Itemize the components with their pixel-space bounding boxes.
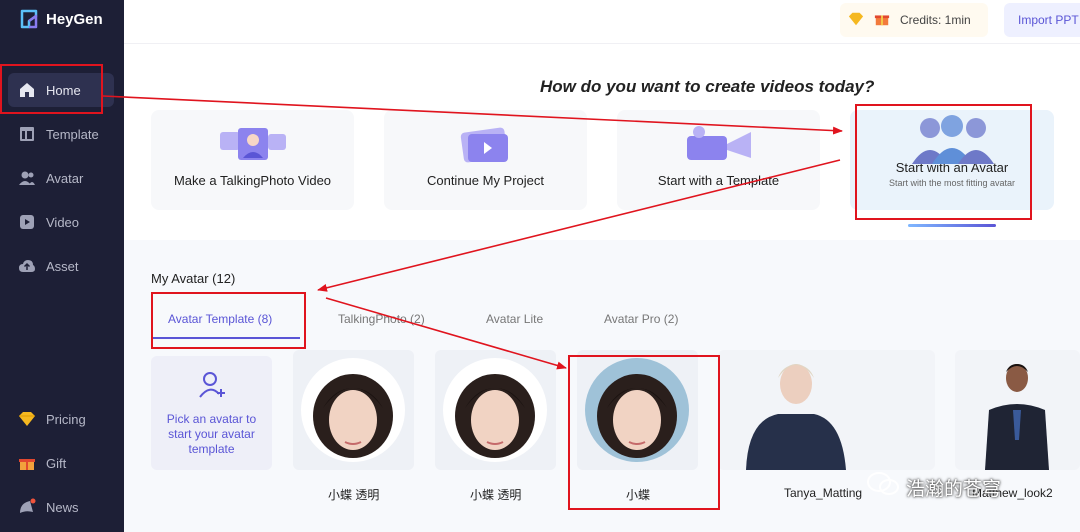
- page-headline: How do you want to create videos today?: [540, 77, 875, 96]
- import-ppt-button[interactable]: Import PPT: [1004, 3, 1080, 37]
- card-label: Start with a Template: [657, 173, 780, 188]
- asset-icon: [18, 257, 36, 275]
- wechat-icon: [866, 472, 900, 502]
- tab-talkingphoto[interactable]: TalkingPhoto (2): [338, 312, 425, 326]
- annotation-box-avatar-option: [855, 104, 1032, 220]
- sidebar-item-label: Video: [46, 214, 80, 230]
- sidebar-item-label: Gift: [46, 455, 67, 471]
- annotation-box-selected-avatar: [568, 355, 720, 510]
- template-option-card[interactable]: Start with a Template: [617, 110, 820, 210]
- project-folder-illustration: [460, 127, 508, 163]
- avatar-tile[interactable]: [435, 350, 556, 470]
- watermark: 浩瀚的苍穹: [866, 472, 1001, 502]
- diamond-icon: [18, 410, 36, 428]
- watermark-text: 浩瀚的苍穹: [906, 478, 1002, 500]
- avatar-portrait: [301, 358, 405, 462]
- card-active-indicator: [908, 224, 996, 227]
- card-label: Continue My Project: [426, 173, 545, 188]
- heygen-logo-icon: [20, 9, 38, 29]
- sidebar-item-asset[interactable]: Asset: [8, 249, 114, 283]
- sidebar-item-gift[interactable]: Gift: [8, 446, 114, 480]
- avatar-name: 小蝶 透明: [328, 488, 380, 502]
- sidebar-item-avatar[interactable]: Avatar: [8, 161, 114, 195]
- sidebar-item-label: Avatar: [46, 170, 84, 186]
- credits-text: Credits: 1min: [900, 13, 971, 27]
- sidebar-item-label: Asset: [46, 258, 79, 274]
- avatar-name: Tanya_Matting: [784, 486, 863, 500]
- pick-avatar-text: Pick an avatar to start your avatar temp…: [166, 412, 257, 456]
- card-label: Make a TalkingPhoto Video: [173, 173, 332, 188]
- sidebar-item-template[interactable]: Template: [8, 117, 114, 151]
- avatar-tile[interactable]: [293, 350, 414, 470]
- talkingphoto-illustration: [219, 128, 286, 160]
- app-logo[interactable]: HeyGen: [18, 8, 103, 30]
- gift-icon: [874, 11, 890, 30]
- sidebar-item-news[interactable]: News: [8, 490, 114, 524]
- talkingphoto-option-card[interactable]: Make a TalkingPhoto Video: [151, 110, 354, 210]
- annotation-box-home: [0, 64, 103, 114]
- add-user-icon: [197, 370, 227, 404]
- gift-icon: [18, 454, 36, 472]
- annotation-box-avatar-template-tab: [151, 292, 306, 349]
- top-bar: Credits: 1min Import PPT: [124, 0, 1080, 44]
- sidebar-item-video[interactable]: Video: [8, 205, 114, 239]
- diamond-icon: [848, 11, 864, 30]
- app-name: HeyGen: [46, 10, 103, 28]
- video-icon: [18, 213, 36, 231]
- avatar-tile[interactable]: [718, 350, 935, 470]
- pick-avatar-card[interactable]: Pick an avatar to start your avatar temp…: [151, 356, 272, 470]
- sidebar-item-label: Pricing: [46, 411, 86, 427]
- tab-avatar-lite[interactable]: Avatar Lite: [486, 312, 543, 326]
- avatar-portrait: [443, 358, 547, 462]
- sidebar-item-label: News: [46, 499, 79, 515]
- avatar-icon: [18, 169, 36, 187]
- template-icon: [18, 125, 36, 143]
- avatar-tile[interactable]: [955, 350, 1080, 470]
- my-avatar-title: My Avatar (12): [151, 271, 236, 286]
- template-camera-illustration: [686, 126, 751, 160]
- avatar-portrait: [746, 364, 846, 470]
- avatar-portrait: [985, 364, 1049, 470]
- credits-badge[interactable]: Credits: 1min: [840, 3, 988, 37]
- page-root: HeyGen Home Template Avatar Video Asset …: [0, 0, 1080, 532]
- sidebar-item-pricing[interactable]: Pricing: [8, 402, 114, 436]
- tab-avatar-pro[interactable]: Avatar Pro (2): [604, 312, 678, 326]
- sidebar-item-label: Template: [46, 126, 99, 142]
- continue-project-option-card[interactable]: Continue My Project: [384, 110, 587, 210]
- news-icon: [18, 498, 36, 516]
- avatar-name: 小蝶 透明: [470, 488, 522, 502]
